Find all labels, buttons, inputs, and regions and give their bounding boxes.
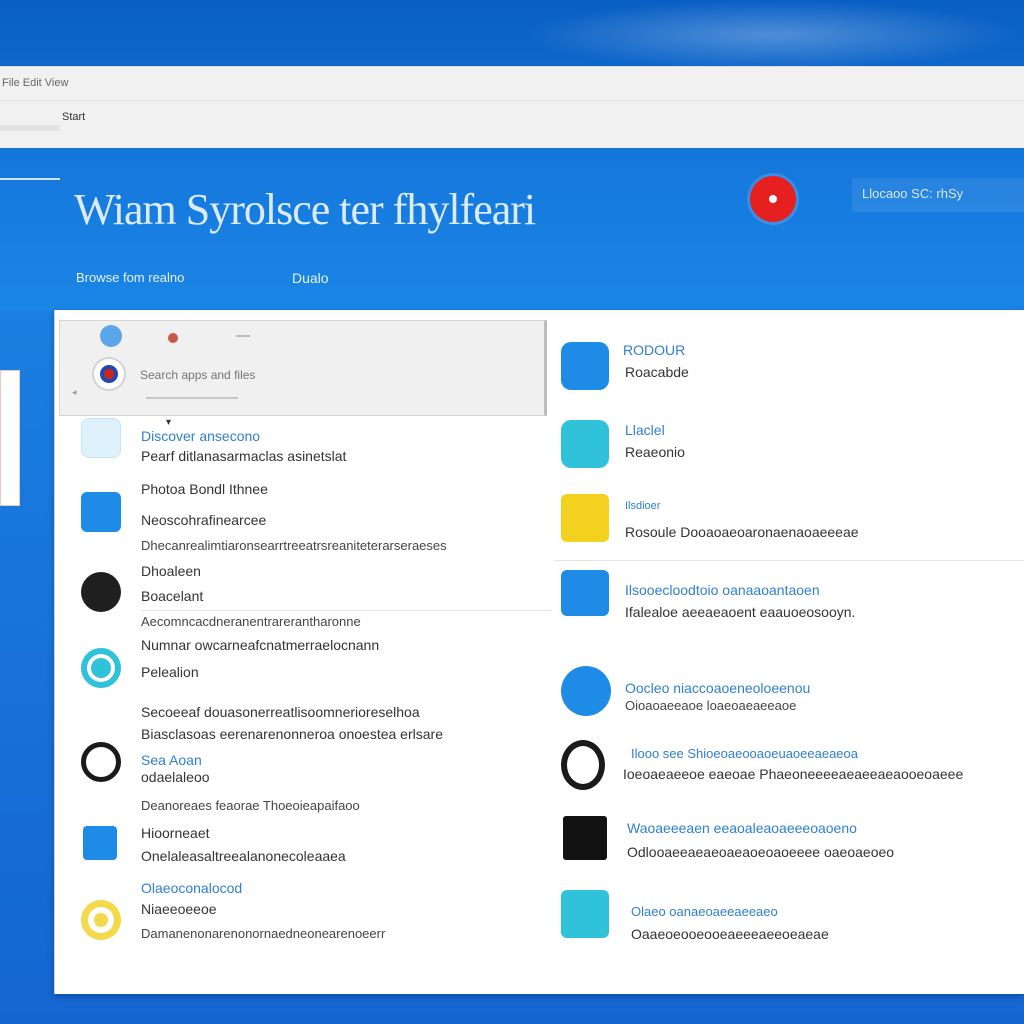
divider [141,610,551,611]
refresh-icon[interactable] [561,420,609,468]
search-underline [146,397,238,399]
desktop-glow [520,0,1020,70]
left-item-desc: Onelaleasaltreealanonecoleaaea [141,848,346,864]
left-item-desc: Pelealion [141,664,199,680]
left-item-extra: Aecomncacdneranentrarerantharonne [141,614,361,629]
left-item-desc: Pearf ditlanasarmaclas asinetslat [141,448,347,464]
left-item-desc: Boacelant [141,588,204,604]
store-icon[interactable] [83,826,117,860]
right-item-desc: Oaaeoeooeooeaeeeaeeoeaeae [631,926,829,942]
ring-icon[interactable] [81,742,121,782]
cortana-orb-icon[interactable] [92,357,126,391]
left-item-extra: Damanenonarenonornaedneonearenoeerr [141,926,386,941]
location-pin-icon[interactable] [81,900,121,940]
status-dot-icon [168,333,178,343]
calendar-icon[interactable] [563,816,607,860]
left-item-extra: Biasclasoas eerenarenonneroa onoestea er… [141,726,443,742]
right-item-title[interactable]: Ilsdioer [625,500,660,512]
right-item-title[interactable]: Ilsooecloodtoio oanaaoantaoen [625,582,820,598]
right-item-title[interactable]: Oocleo niaccoaoeneoloeenou [625,680,810,696]
right-item-title[interactable]: Ilooo see Shioeoaeooaoeuaoeeaeaeoa [631,746,858,761]
right-item-title[interactable]: Llaclel [625,422,665,438]
left-item-extra: Deanoreaes feaorae Thoeoieapaifaoo [141,798,360,813]
left-item-title[interactable]: Sea Aoan [141,752,202,768]
search-box: ◂ ▾ [59,320,547,428]
right-item-desc: Odlooaeeaeaeoaeaoeoaoeeee oaeoaeoeo [627,844,895,860]
left-item-desc: Niaeeoeeoe [141,901,217,917]
toolbar-strip [0,125,60,131]
caret-icon: ▾ [166,417,172,428]
media-icon[interactable] [81,572,121,612]
hero-subtitle-right[interactable]: Dualo [292,270,329,286]
chevron-icon[interactable]: ◂ [72,387,77,398]
left-item-desc: odaelaleoo [141,769,210,785]
hero-title: Wiam Syrolsce ter fhylfeari [74,185,536,234]
window-titlebar: File Edit View Start [0,66,1024,148]
mini-rule [236,335,250,337]
left-item-title[interactable]: Discover ansecono [141,428,260,444]
document-icon[interactable] [81,418,121,458]
record-button[interactable] [750,176,796,222]
right-item-desc: Oioaoaeeaoe loaeoaeaeeaoe [625,698,797,713]
hero-banner: Wiam Syrolsce ter fhylfeari Browse fom r… [0,148,1024,311]
hero-link[interactable]: Llocaoo SC: rhSy [862,186,963,201]
skype-app-icon[interactable] [561,890,609,938]
right-item-title[interactable]: RODOUR [623,342,685,358]
main-panel: ◂ ▾ Discover ansecono Pearf ditlanasarma… [54,310,1024,994]
menu-text[interactable]: File Edit View [2,77,68,89]
left-item-extra: Secoeeaf douasonerreatlisoomnerioreselho… [141,704,420,720]
tab-strip [0,75,1024,101]
cloud-icon[interactable] [100,325,122,347]
left-item-extra: Dhecanrealimtiaronsearrtreeatrsreanitete… [141,538,447,553]
left-item-title[interactable]: Olaeoconalocod [141,880,242,896]
right-item-title[interactable]: Olaeo oanaeoaeeaeeaeo [631,904,778,919]
side-card [0,370,20,506]
right-item-desc: Rosoule Dooaoaeoaronaenaoaeeeae [625,524,859,540]
address-text[interactable]: Start [62,111,85,123]
left-item-title[interactable]: Numnar owcarneafcnatmerraelocnann [141,637,379,653]
folder-icon[interactable] [561,494,609,542]
share-icon[interactable] [81,492,121,532]
left-item-title[interactable]: Hioorneaet [141,825,210,841]
hero-subtitle-left[interactable]: Browse fom realno [76,270,184,285]
right-item-title[interactable]: Waoaeeeaen eeaoaleaoaeeeoaoeno [627,820,857,836]
people-icon[interactable] [561,666,611,716]
search-input[interactable] [140,363,532,387]
divider [555,560,1024,561]
camera-icon[interactable] [561,740,605,790]
right-item-desc: Reaeonio [625,444,685,460]
skype-icon[interactable] [561,570,609,616]
cortana-icon[interactable] [81,648,121,688]
right-item-desc: Ioeoaeaeeoe eaeoae Phaeoneeeeaeaeeaeaooe… [623,766,964,782]
right-item-desc: Ifalealoe aeeaeaoent eaauoeosooyn. [625,604,856,620]
hero-rule [0,178,60,180]
right-item-desc: Roacabde [625,364,689,380]
left-item-title[interactable]: Photoa Bondl Ithnee [141,481,268,497]
shield-icon[interactable] [561,342,609,390]
left-item-title[interactable]: Dhoaleen [141,563,201,579]
left-item-desc: Neoscohrafinearcee [141,512,267,528]
